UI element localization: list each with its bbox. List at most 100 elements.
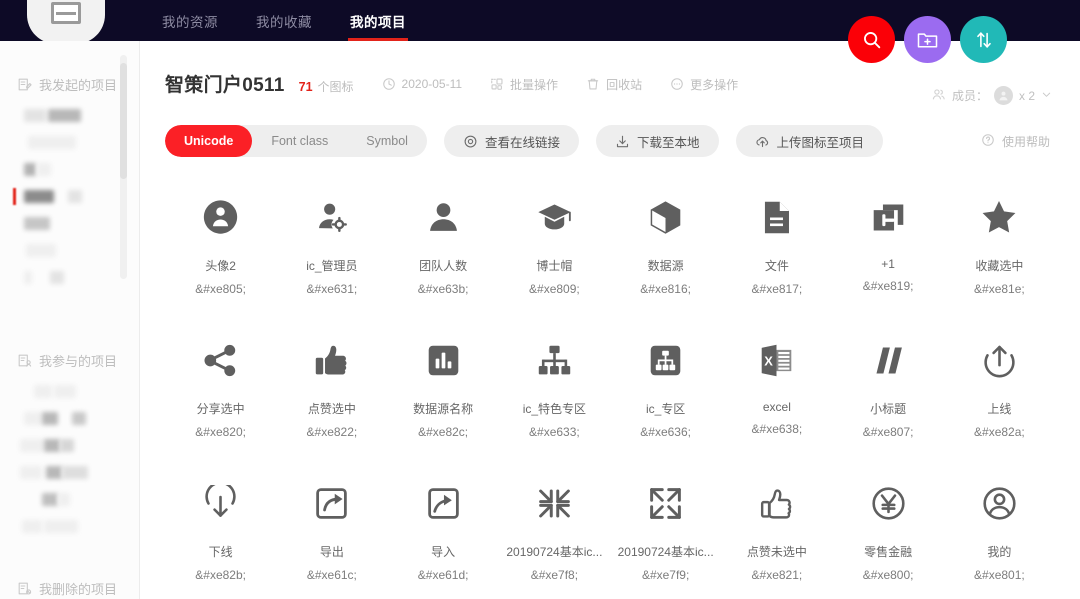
nav-tab-my-projects[interactable]: 我的项目 <box>348 0 408 41</box>
icon-name: excel <box>763 400 791 414</box>
list-item[interactable] <box>24 383 129 400</box>
list-item[interactable] <box>24 296 129 313</box>
icon-card[interactable]: ic_专区 &#xe636; <box>610 334 721 439</box>
tab-symbol[interactable]: Symbol <box>347 125 427 157</box>
icon-card[interactable]: 收藏选中 &#xe81e; <box>944 191 1055 296</box>
list-item[interactable] <box>24 161 129 178</box>
graduation-cap-icon <box>526 191 582 243</box>
logo-screen <box>51 2 81 24</box>
question-icon <box>981 133 995 150</box>
icon-card[interactable]: 导入 &#xe61d; <box>388 477 499 582</box>
nav-tab-my-favorites[interactable]: 我的收藏 <box>254 0 314 41</box>
sidebar-group-joined[interactable]: 我参与的项目 <box>0 343 139 377</box>
icon-code: &#xe817; <box>752 282 803 296</box>
icon-card[interactable]: X excel &#xe638; <box>721 334 832 439</box>
icon-card[interactable]: 点赞未选中 &#xe821; <box>721 477 832 582</box>
view-online-link-label: 查看在线链接 <box>485 132 560 151</box>
icon-code: &#xe819; <box>863 279 914 293</box>
sidebar-group-deleted[interactable]: 我删除的项目 <box>0 571 139 599</box>
sidebar-group-created[interactable]: 我发起的项目 <box>0 67 139 101</box>
members-control[interactable]: 成员： x 2 <box>931 86 1052 105</box>
icon-code: &#xe631; <box>307 282 358 296</box>
download-local-button[interactable]: 下载至本地 <box>596 125 719 157</box>
list-item[interactable] <box>24 107 129 124</box>
list-item[interactable] <box>24 134 129 151</box>
icon-card[interactable]: 20190724基本ic... &#xe7f9; <box>610 477 721 582</box>
icon-card[interactable]: +1 &#xe819; <box>833 191 944 296</box>
recycle-bin-button[interactable]: 回收站 <box>586 76 642 93</box>
icon-name: ic_管理员 <box>306 257 357 274</box>
icon-name: 收藏选中 <box>975 257 1023 274</box>
icon-card[interactable]: 点赞选中 &#xe822; <box>276 334 387 439</box>
icon-name: 点赞选中 <box>308 400 356 417</box>
thumbs-up-outline-icon <box>749 477 805 529</box>
icon-name: 点赞未选中 <box>747 543 807 560</box>
page-title: 智策门户0511 <box>165 70 285 97</box>
icon-card[interactable]: 数据源 &#xe816; <box>610 191 721 296</box>
sidebar-group-label: 我参与的项目 <box>39 351 117 370</box>
icon-card[interactable]: ic_特色专区 &#xe633; <box>499 334 610 439</box>
icon-code: &#xe800; <box>863 568 914 582</box>
folder-plus-icon <box>916 28 939 51</box>
sidebar: 我发起的项目 <box>0 41 140 599</box>
icon-code: &#xe638; <box>752 422 803 436</box>
thumbs-up-filled-icon <box>304 334 360 386</box>
icon-card[interactable]: 小标题 &#xe807; <box>833 334 944 439</box>
icon-card[interactable]: 我的 &#xe801; <box>944 477 1055 582</box>
sidebar-scrollbar[interactable] <box>120 55 127 279</box>
list-item[interactable] <box>24 410 129 427</box>
icon-name: 20190724基本ic... <box>618 543 714 560</box>
icon-card[interactable]: 博士帽 &#xe809; <box>499 191 610 296</box>
more-operations-label: 更多操作 <box>690 76 738 93</box>
icon-card[interactable]: 团队人数 &#xe63b; <box>388 191 499 296</box>
icon-card[interactable]: ic_管理员 &#xe631; <box>276 191 387 296</box>
search-button[interactable] <box>848 16 895 63</box>
sort-button[interactable] <box>960 16 1007 63</box>
list-item[interactable] <box>24 491 129 508</box>
icon-card[interactable]: 上线 &#xe82a; <box>944 334 1055 439</box>
project-header: 智策门户0511 71 个图标 2020-05-11 <box>165 70 738 97</box>
icon-card[interactable]: 下线 &#xe82b; <box>165 477 276 582</box>
tab-font-class[interactable]: Font class <box>252 125 347 157</box>
list-item[interactable] <box>24 269 129 286</box>
list-item[interactable] <box>24 518 129 535</box>
batch-operation-label: 批量操作 <box>510 76 558 93</box>
icon-name: 头像2 <box>205 257 236 274</box>
sidebar-scrollbar-thumb[interactable] <box>120 63 127 179</box>
chevron-down-icon[interactable] <box>1041 89 1052 103</box>
selected-indicator <box>13 188 16 205</box>
list-item-selected[interactable] <box>24 188 129 205</box>
icon-code: &#xe822; <box>307 425 358 439</box>
view-online-link-button[interactable]: 查看在线链接 <box>444 125 579 157</box>
list-item[interactable] <box>24 215 129 232</box>
more-operations-button[interactable]: 更多操作 <box>670 76 738 93</box>
sort-updown-icon <box>973 29 995 51</box>
batch-operation-button[interactable]: 批量操作 <box>490 76 558 93</box>
icon-card[interactable]: 分享选中 &#xe820; <box>165 334 276 439</box>
excel-file-icon: X <box>749 334 805 386</box>
icon-card[interactable]: 头像2 &#xe805; <box>165 191 276 296</box>
nav-tab-label: 我的项目 <box>350 11 406 31</box>
nav-tabs: 我的资源 我的收藏 我的项目 <box>160 0 408 41</box>
new-project-button[interactable] <box>904 16 951 63</box>
list-item[interactable] <box>24 437 129 454</box>
double-slash-icon <box>860 334 916 386</box>
icon-card[interactable]: 数据源名称 &#xe82c; <box>388 334 499 439</box>
upload-icons-button[interactable]: 上传图标至项目 <box>736 125 884 157</box>
help-link[interactable]: 使用帮助 <box>981 133 1050 150</box>
list-item[interactable] <box>24 464 129 481</box>
download-local-label: 下载至本地 <box>637 132 700 151</box>
upload-cloud-icon <box>755 134 770 149</box>
icon-card[interactable]: 零售金融 &#xe800; <box>833 477 944 582</box>
tab-unicode[interactable]: Unicode <box>165 125 252 157</box>
list-delete-icon <box>17 581 32 596</box>
icon-code: &#xe801; <box>974 568 1025 582</box>
icon-code: &#xe81e; <box>974 282 1025 296</box>
star-filled-icon <box>971 191 1027 243</box>
icon-card[interactable]: 导出 &#xe61c; <box>276 477 387 582</box>
sitemap-icon <box>526 334 582 386</box>
icon-card[interactable]: 文件 &#xe817; <box>721 191 832 296</box>
list-item[interactable] <box>24 242 129 259</box>
nav-tab-my-resources[interactable]: 我的资源 <box>160 0 220 41</box>
icon-card[interactable]: 20190724基本ic... &#xe7f8; <box>499 477 610 582</box>
